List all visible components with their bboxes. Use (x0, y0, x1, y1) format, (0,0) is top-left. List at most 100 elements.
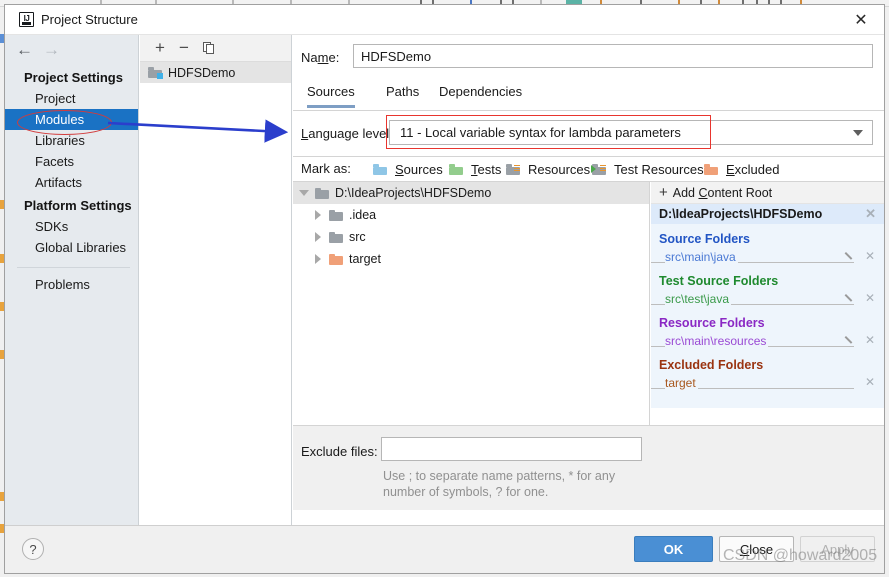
sidebar-item-project[interactable]: Project (5, 88, 138, 109)
tab-sources[interactable]: Sources (307, 84, 355, 108)
help-button[interactable]: ? (22, 538, 44, 560)
sidebar-item-artifacts[interactable]: Artifacts (5, 172, 138, 193)
module-editor-panel: Name: Sources Paths Dependencies Languag… (293, 35, 884, 554)
content-roots-panel: + Add Content Root D:\IdeaProjects\HDFSD… (651, 182, 884, 425)
chevron-down-icon[interactable] (299, 190, 309, 196)
sidebar-nav-arrows: ← → (5, 35, 138, 65)
exclude-files-label: Exclude files: (301, 444, 378, 459)
test-source-folder-path: src\test\java (665, 292, 732, 306)
sidebar-item-global-libraries[interactable]: Global Libraries (5, 237, 138, 258)
folder-excluded-icon (329, 253, 343, 265)
sources-lower-area: D:\IdeaProjects\HDFSDemo .idea src targe… (293, 182, 884, 425)
group-title-excluded-folders: Excluded Folders (659, 358, 764, 372)
module-list-panel: + − HDFSDemo (140, 35, 292, 554)
module-list-toolbar: + − (140, 35, 291, 62)
test-source-folder-entry[interactable]: src\test\java ✕ (651, 290, 884, 308)
source-folder-entry[interactable]: src\main\java ✕ (651, 248, 884, 266)
sidebar-item-sdks[interactable]: SDKs (5, 216, 138, 237)
group-title-resource-folders: Resource Folders (659, 316, 765, 330)
content-root-path: D:\IdeaProjects\HDFSDemo (659, 207, 823, 221)
tree-row-label: .idea (349, 208, 377, 222)
remove-module-button[interactable]: − (173, 37, 195, 59)
dialog-titlebar: IJ Project Structure ✕ (5, 5, 884, 35)
sidebar-item-facets[interactable]: Facets (5, 151, 138, 172)
group-title-source-folders: Source Folders (659, 232, 750, 246)
module-tabs: Sources Paths Dependencies (293, 81, 884, 111)
tree-row-project-root[interactable]: D:\IdeaProjects\HDFSDemo (293, 182, 649, 204)
sidebar-item-libraries[interactable]: Libraries (5, 130, 138, 151)
module-list-item-label: HDFSDemo (168, 65, 236, 80)
mark-as-sources[interactable]: Sources (373, 162, 443, 177)
resource-folder-path: src\main\resources (665, 334, 769, 348)
tab-dependencies[interactable]: Dependencies (439, 84, 522, 105)
tree-row-idea[interactable]: .idea (293, 204, 649, 226)
sidebar-item-modules[interactable]: Modules (5, 109, 138, 130)
group-title-test-source-folders: Test Source Folders (659, 274, 779, 288)
excluded-folder-path: target (665, 376, 698, 390)
folder-icon (329, 231, 343, 243)
screenshot-root: IJ Project Structure ✕ ← → Project Setti… (0, 0, 889, 577)
mark-as-tests[interactable]: Tests (449, 162, 501, 177)
forward-arrow-icon[interactable]: → (43, 41, 60, 58)
edit-pencil-icon[interactable] (845, 251, 856, 262)
remove-folder-icon[interactable]: ✕ (865, 375, 875, 389)
mark-as-row: Mark as: Sources Tests Resources Test Re… (293, 157, 884, 182)
edit-pencil-icon[interactable] (845, 335, 856, 346)
tree-row-label: target (349, 252, 381, 266)
module-name-input[interactable] (353, 44, 873, 68)
source-folder-path: src\main\java (665, 250, 738, 264)
dialog-title: Project Structure (41, 12, 138, 27)
content-tree: D:\IdeaProjects\HDFSDemo .idea src targe… (293, 182, 650, 425)
close-button[interactable]: Close (719, 536, 794, 562)
dialog-body: ← → Project Settings Project Modules Lib… (5, 35, 884, 554)
resource-folder-entry[interactable]: src\main\resources ✕ (651, 332, 884, 350)
mark-as-label: Mark as: (301, 161, 351, 176)
settings-sidebar: ← → Project Settings Project Modules Lib… (5, 35, 139, 554)
copy-module-button[interactable] (198, 37, 220, 59)
plus-icon: + (659, 184, 668, 201)
mark-as-test-resources[interactable]: Test Resources (591, 162, 704, 177)
folder-icon (329, 209, 343, 221)
edit-pencil-icon[interactable] (845, 293, 856, 304)
module-list-item-hdfsdemo[interactable]: HDFSDemo (140, 62, 291, 83)
mark-as-resources[interactable]: Resources (506, 162, 590, 177)
tree-row-src[interactable]: src (293, 226, 649, 248)
tree-row-label: D:\IdeaProjects\HDFSDemo (335, 186, 492, 200)
chevron-down-icon[interactable] (853, 130, 863, 136)
copy-icon (203, 42, 215, 54)
folder-resources-icon (506, 164, 520, 175)
remove-folder-icon[interactable]: ✕ (865, 333, 875, 347)
sidebar-item-problems[interactable]: Problems (5, 274, 138, 295)
folder-excluded-icon (704, 164, 718, 175)
content-root-path-row[interactable]: D:\IdeaProjects\HDFSDemo ✕ (651, 204, 884, 224)
remove-folder-icon[interactable]: ✕ (865, 291, 875, 305)
chevron-right-icon[interactable] (315, 210, 321, 220)
remove-folder-icon[interactable]: ✕ (865, 249, 875, 263)
chevron-right-icon[interactable] (315, 232, 321, 242)
folder-sources-icon (373, 164, 387, 175)
language-level-combobox[interactable]: 11 - Local variable syntax for lambda pa… (389, 120, 873, 145)
language-level-label: Language level: (301, 126, 393, 141)
apply-button: Apply (800, 536, 875, 562)
back-arrow-icon[interactable]: ← (16, 41, 33, 58)
sidebar-separator (17, 267, 130, 268)
ok-button[interactable]: OK (634, 536, 713, 562)
excluded-folder-entry[interactable]: target ✕ (651, 374, 884, 392)
tree-row-target[interactable]: target (293, 248, 649, 270)
close-icon[interactable]: ✕ (844, 7, 878, 33)
chevron-right-icon[interactable] (315, 254, 321, 264)
remove-content-root-icon[interactable]: ✕ (865, 206, 876, 222)
mark-as-excluded[interactable]: Excluded (704, 162, 779, 177)
module-folder-icon (148, 67, 163, 79)
exclude-files-input[interactable] (381, 437, 642, 461)
exclude-files-section: Exclude files: Use ; to separate name pa… (293, 425, 884, 510)
intellij-idea-icon: IJ (19, 12, 34, 27)
tab-paths[interactable]: Paths (386, 84, 419, 105)
language-level-value: 11 - Local variable syntax for lambda pa… (400, 125, 681, 140)
add-module-button[interactable]: + (149, 37, 171, 59)
project-structure-dialog: IJ Project Structure ✕ ← → Project Setti… (4, 4, 885, 574)
add-content-root-button[interactable]: + Add Content Root (651, 182, 884, 204)
sidebar-group-heading-platform-settings: Platform Settings (24, 198, 132, 213)
module-name-row: Name: (293, 35, 884, 81)
dialog-footer: ? OK Close Apply (5, 525, 884, 573)
